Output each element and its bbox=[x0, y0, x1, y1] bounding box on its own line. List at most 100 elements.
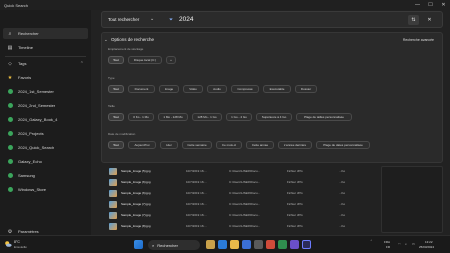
table-row[interactable]: Sample_Image (5).jpg 10/7/2019 16:... C:… bbox=[101, 166, 376, 176]
sidebar-divider bbox=[5, 56, 86, 57]
clock-time[interactable]: 13:22 bbox=[425, 240, 433, 244]
type-chip[interactable]: Exécutable bbox=[263, 85, 291, 93]
type-chip[interactable]: Tout bbox=[108, 85, 124, 93]
date-chip[interactable]: Tout bbox=[108, 141, 124, 149]
sidebar-item-tag[interactable]: 2024_Quick_Search bbox=[3, 142, 88, 153]
tag-icon: ⬦ bbox=[8, 60, 12, 67]
file-date: 10/7/2019 16:... bbox=[186, 213, 207, 217]
preview-pane bbox=[381, 166, 443, 233]
quick-search-app-icon[interactable] bbox=[302, 240, 311, 249]
clear-search-button[interactable]: ✕ bbox=[424, 15, 435, 25]
window-title: Quick Search bbox=[4, 2, 29, 8]
sidebar-item-favoris[interactable]: ★ Favoris bbox=[3, 72, 88, 83]
weather-icon[interactable] bbox=[4, 240, 12, 248]
location-chip[interactable]: Tout bbox=[108, 56, 124, 64]
size-chip[interactable]: 128 Mo - 1 Go bbox=[192, 113, 222, 121]
results-list: Sample_Image (5).jpg 10/7/2019 16:... C:… bbox=[101, 166, 376, 232]
advanced-search-link[interactable]: Recherche avancée bbox=[403, 38, 434, 42]
search-icon: ⌕ bbox=[8, 30, 12, 37]
app-icon[interactable] bbox=[290, 240, 299, 249]
table-row[interactable]: Sample_Image (8).jpg 10/7/2019 16:... C:… bbox=[101, 221, 376, 231]
chevron-up-icon[interactable]: ⌃ bbox=[80, 61, 84, 67]
file-path: C:\Users\USER\Docu... bbox=[229, 202, 261, 206]
file-date: 10/7/2019 16:... bbox=[186, 169, 207, 173]
sidebar-item-tag[interactable]: 2024_1st_Semester bbox=[3, 86, 88, 97]
search-input[interactable]: 2024 bbox=[179, 16, 193, 23]
file-explorer-icon[interactable] bbox=[230, 240, 239, 249]
sidebar-item-label: Rechercher bbox=[18, 31, 39, 36]
taskbar-search[interactable]: ⌕ Rechercher bbox=[148, 240, 200, 250]
edge-icon[interactable] bbox=[218, 240, 227, 249]
size-chip[interactable]: Supérieure à 4 Go bbox=[256, 113, 292, 121]
search-scope-dropdown[interactable]: Tout rechercher ⌄ bbox=[108, 16, 158, 22]
sidebar-item-tag[interactable]: 2024_Galaxy_Book_4 bbox=[3, 114, 88, 125]
image-thumbnail bbox=[109, 167, 117, 175]
type-chip[interactable]: Audio bbox=[207, 85, 227, 93]
size-chip[interactable]: Plage de tailles personnalisée bbox=[296, 113, 352, 121]
location-chip[interactable]: Disque local (C:) bbox=[128, 56, 162, 64]
search-options-button[interactable]: ⇅ bbox=[408, 15, 419, 25]
image-thumbnail bbox=[109, 189, 117, 197]
store-icon[interactable] bbox=[242, 240, 251, 249]
type-chip[interactable]: Vidéo bbox=[183, 85, 203, 93]
type-chip[interactable]: Compressé bbox=[231, 85, 259, 93]
sidebar-item-rechercher[interactable]: ⌕ Rechercher bbox=[3, 28, 88, 39]
file-type: Fichier JPG bbox=[287, 180, 303, 184]
date-chip[interactable]: Aujourd'hui bbox=[128, 141, 156, 149]
sidebar-item-tag[interactable]: Galaxy_Echo bbox=[3, 156, 88, 167]
file-type: Fichier JPG bbox=[287, 169, 303, 173]
battery-icon[interactable]: ▭ bbox=[412, 242, 415, 246]
file-size: ...Ko bbox=[339, 224, 346, 228]
date-chip[interactable]: Cette année bbox=[246, 141, 274, 149]
tray-chevron-icon[interactable]: ⌃ bbox=[370, 239, 373, 243]
size-chip[interactable]: 0 Ko - 1 Mo bbox=[128, 113, 154, 121]
table-row[interactable]: Sample_Image (6).jpg 10/7/2019 16:... C:… bbox=[101, 177, 376, 187]
type-chip[interactable]: Dossier bbox=[295, 85, 317, 93]
date-chip[interactable]: Cette semaine bbox=[182, 141, 212, 149]
app-icon[interactable] bbox=[266, 240, 275, 249]
date-chip[interactable]: L'année dernière bbox=[278, 141, 312, 149]
type-chip[interactable]: Image bbox=[159, 85, 179, 93]
volume-icon[interactable]: ◖ bbox=[405, 242, 407, 246]
filter-icon[interactable]: ⏷ bbox=[169, 17, 173, 23]
sidebar: ⌕ Rechercher ▤ Timeline ⬦ Tags ⌃ ★ Favor… bbox=[0, 10, 91, 235]
tag-color-icon bbox=[6, 158, 14, 166]
sidebar-item-tag[interactable]: Samsung bbox=[3, 170, 88, 181]
type-chip[interactable]: Document bbox=[128, 85, 155, 93]
sidebar-item-timeline[interactable]: ▤ Timeline bbox=[3, 42, 88, 53]
app-icon[interactable] bbox=[278, 240, 287, 249]
maximize-button[interactable]: ☐ bbox=[424, 0, 437, 10]
minimize-button[interactable]: — bbox=[411, 0, 424, 10]
keyboard-layout[interactable]: FR bbox=[386, 245, 390, 249]
close-window-button[interactable]: ✕ bbox=[437, 0, 450, 10]
clock-date[interactable]: 25/03/2024 bbox=[419, 245, 434, 249]
weather-condition: Ensoleillé bbox=[14, 245, 27, 249]
size-chip[interactable]: Tout bbox=[108, 113, 124, 121]
add-location-button[interactable]: + bbox=[166, 56, 176, 64]
wifi-icon[interactable]: ◠ bbox=[398, 242, 401, 246]
table-row[interactable]: Sample_Image (7).jpg 10/7/2019 16:... C:… bbox=[101, 210, 376, 220]
search-scope-label: Tout rechercher bbox=[108, 17, 140, 22]
task-view-icon[interactable] bbox=[206, 240, 215, 249]
size-chip[interactable]: 1 Mo - 128 Mo bbox=[158, 113, 188, 121]
start-button-icon[interactable] bbox=[134, 240, 143, 249]
date-chip[interactable]: Hier bbox=[160, 141, 178, 149]
keyboard-language[interactable]: FRA bbox=[384, 240, 390, 244]
size-label: Taille bbox=[108, 104, 115, 108]
size-chip[interactable]: 1 Go - 4 Go bbox=[226, 113, 252, 121]
sidebar-item-tags[interactable]: ⬦ Tags ⌃ bbox=[3, 58, 88, 69]
date-chip[interactable]: Plage de dates personnalisée bbox=[316, 141, 370, 149]
sidebar-item-label: Windows_Store bbox=[18, 187, 47, 192]
main-area: Tout rechercher ⌄ ⏷ 2024 ⇅ ✕ ⌄ Options d… bbox=[91, 10, 450, 245]
chevron-down-icon[interactable]: ⌄ bbox=[104, 37, 108, 43]
file-path: C:\Users\USER\Docu... bbox=[229, 213, 261, 217]
file-name: Sample_Image (8).jpg bbox=[121, 224, 151, 228]
image-thumbnail bbox=[109, 178, 117, 186]
table-row[interactable]: Sample_Image (6).jpg 10/7/2019 16:... C:… bbox=[101, 188, 376, 198]
date-chip[interactable]: Ce mois-ci bbox=[216, 141, 242, 149]
app-icon[interactable] bbox=[254, 240, 263, 249]
table-row[interactable]: Sample_Image (7).jpg 10/7/2019 16:... C:… bbox=[101, 199, 376, 209]
sidebar-item-tag[interactable]: 2024_2nd_Semester bbox=[3, 100, 88, 111]
sidebar-item-tag[interactable]: Windows_Store bbox=[3, 184, 88, 195]
sidebar-item-tag[interactable]: 2024_Projects bbox=[3, 128, 88, 139]
